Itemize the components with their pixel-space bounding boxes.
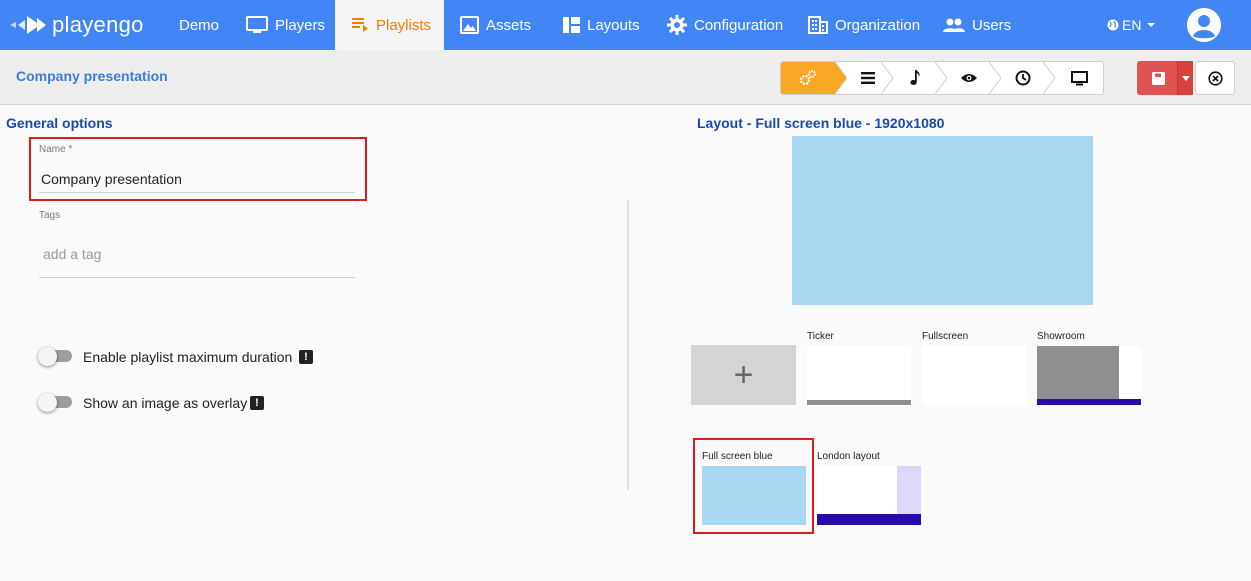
layout-card-ticker[interactable] — [807, 346, 911, 405]
save-options-dropdown[interactable] — [1177, 61, 1193, 95]
tags-input-underline — [39, 277, 355, 278]
nav-layouts-label: Layouts — [587, 16, 640, 34]
step-music[interactable] — [893, 62, 937, 94]
top-navbar: playengo Demo Players Playlists Assets L… — [0, 0, 1251, 50]
nav-users-label: Users — [972, 16, 1012, 34]
plus-icon: + — [733, 356, 754, 394]
panel-divider — [627, 200, 629, 490]
showroom-ticker-bar — [1037, 399, 1141, 405]
floppy-disk-icon — [1151, 71, 1165, 85]
close-circle-icon — [1207, 70, 1223, 86]
page-title: Company presentation — [16, 68, 168, 84]
clock-icon — [1015, 70, 1031, 86]
name-field-label: Name * — [39, 144, 73, 155]
step-schedule[interactable] — [1001, 62, 1045, 94]
layout-icon — [563, 17, 580, 33]
max-duration-label: Enable playlist maximum duration — [83, 349, 293, 365]
step-preview[interactable] — [947, 62, 991, 94]
user-avatar-icon — [1187, 8, 1221, 42]
layout-card-fullscreen-blue-label: Full screen blue — [702, 451, 773, 462]
gear-icon — [667, 15, 687, 35]
layout-title: Layout - Full screen blue - 1920x1080 — [697, 115, 945, 131]
nav-playlists[interactable]: Playlists — [335, 0, 444, 50]
language-selector[interactable]: EN — [1107, 0, 1156, 50]
layout-preview — [792, 136, 1093, 305]
nav-demo[interactable]: Demo — [179, 0, 219, 50]
image-icon — [460, 16, 479, 34]
caret-down-icon — [1181, 75, 1190, 81]
settings-gears-icon — [799, 70, 816, 86]
nav-organization[interactable]: Organization — [808, 0, 920, 50]
logo-icon — [10, 16, 46, 34]
users-icon — [943, 18, 965, 32]
max-duration-toggle[interactable] — [38, 347, 74, 366]
general-options-title: General options — [6, 115, 113, 131]
name-input-underline — [39, 192, 355, 193]
layout-card-showroom-label: Showroom — [1037, 331, 1085, 342]
playlist-icon — [352, 18, 368, 32]
step-display[interactable] — [1055, 62, 1103, 94]
layout-card-london-label: London layout — [817, 451, 880, 462]
nav-players[interactable]: Players — [246, 0, 325, 50]
showroom-main-zone — [1037, 346, 1119, 399]
eye-icon — [961, 74, 977, 82]
nav-playlists-label: Playlists — [376, 16, 432, 34]
list-icon — [861, 72, 875, 84]
toggle-knob — [38, 393, 57, 412]
step-settings[interactable] — [781, 62, 835, 94]
layout-card-ticker-label: Ticker — [807, 331, 834, 342]
layout-card-fullscreen-label: Fullscreen — [922, 331, 969, 342]
layout-card-fullscreen[interactable] — [922, 346, 1026, 405]
layout-card-london[interactable] — [817, 466, 921, 525]
step-separator — [835, 62, 847, 94]
nav-layouts[interactable]: Layouts — [563, 0, 640, 50]
nav-players-label: Players — [275, 16, 326, 34]
nav-configuration[interactable]: Configuration — [667, 0, 783, 50]
monitor-icon — [246, 16, 268, 33]
overlay-image-toggle[interactable] — [38, 393, 74, 412]
tags-field-label: Tags — [39, 210, 61, 221]
step-wizard — [780, 61, 1104, 95]
nav-users[interactable]: Users — [943, 0, 1011, 50]
tags-input[interactable]: add a tag — [43, 246, 101, 262]
ticker-bar — [807, 400, 911, 405]
warning-icon[interactable]: ! — [299, 350, 313, 364]
chevron-down-icon — [1147, 23, 1156, 27]
globe-icon — [1107, 19, 1119, 31]
close-button[interactable] — [1195, 61, 1235, 95]
nav-assets[interactable]: Assets — [460, 0, 531, 50]
music-note-icon — [910, 70, 920, 85]
brand-name: playengo — [52, 12, 144, 37]
overlay-image-label: Show an image as overlay — [83, 395, 248, 411]
language-label: EN — [1122, 17, 1142, 33]
step-separator — [1043, 62, 1055, 94]
monitor-icon — [1070, 70, 1088, 85]
nav-organization-label: Organization — [835, 16, 921, 34]
nav-demo-label: Demo — [179, 16, 220, 34]
step-separator — [935, 62, 947, 94]
building-icon — [808, 16, 828, 34]
playlist-toolbar: Company presentation — [0, 50, 1251, 105]
nav-assets-label: Assets — [486, 16, 532, 34]
step-separator — [881, 62, 893, 94]
warning-icon[interactable]: ! — [250, 396, 264, 410]
layout-card-showroom[interactable] — [1037, 346, 1141, 405]
nav-configuration-label: Configuration — [694, 16, 784, 34]
logo[interactable]: playengo — [8, 12, 144, 38]
toggle-knob — [38, 347, 57, 366]
avatar[interactable] — [1187, 8, 1221, 42]
name-input[interactable]: Company presentation — [41, 171, 182, 187]
step-separator — [989, 62, 1001, 94]
london-side-zone — [897, 466, 921, 514]
london-ticker-bar — [817, 514, 921, 525]
layout-card-fullscreen-blue[interactable] — [702, 466, 806, 525]
add-layout-button[interactable]: + — [691, 345, 796, 405]
